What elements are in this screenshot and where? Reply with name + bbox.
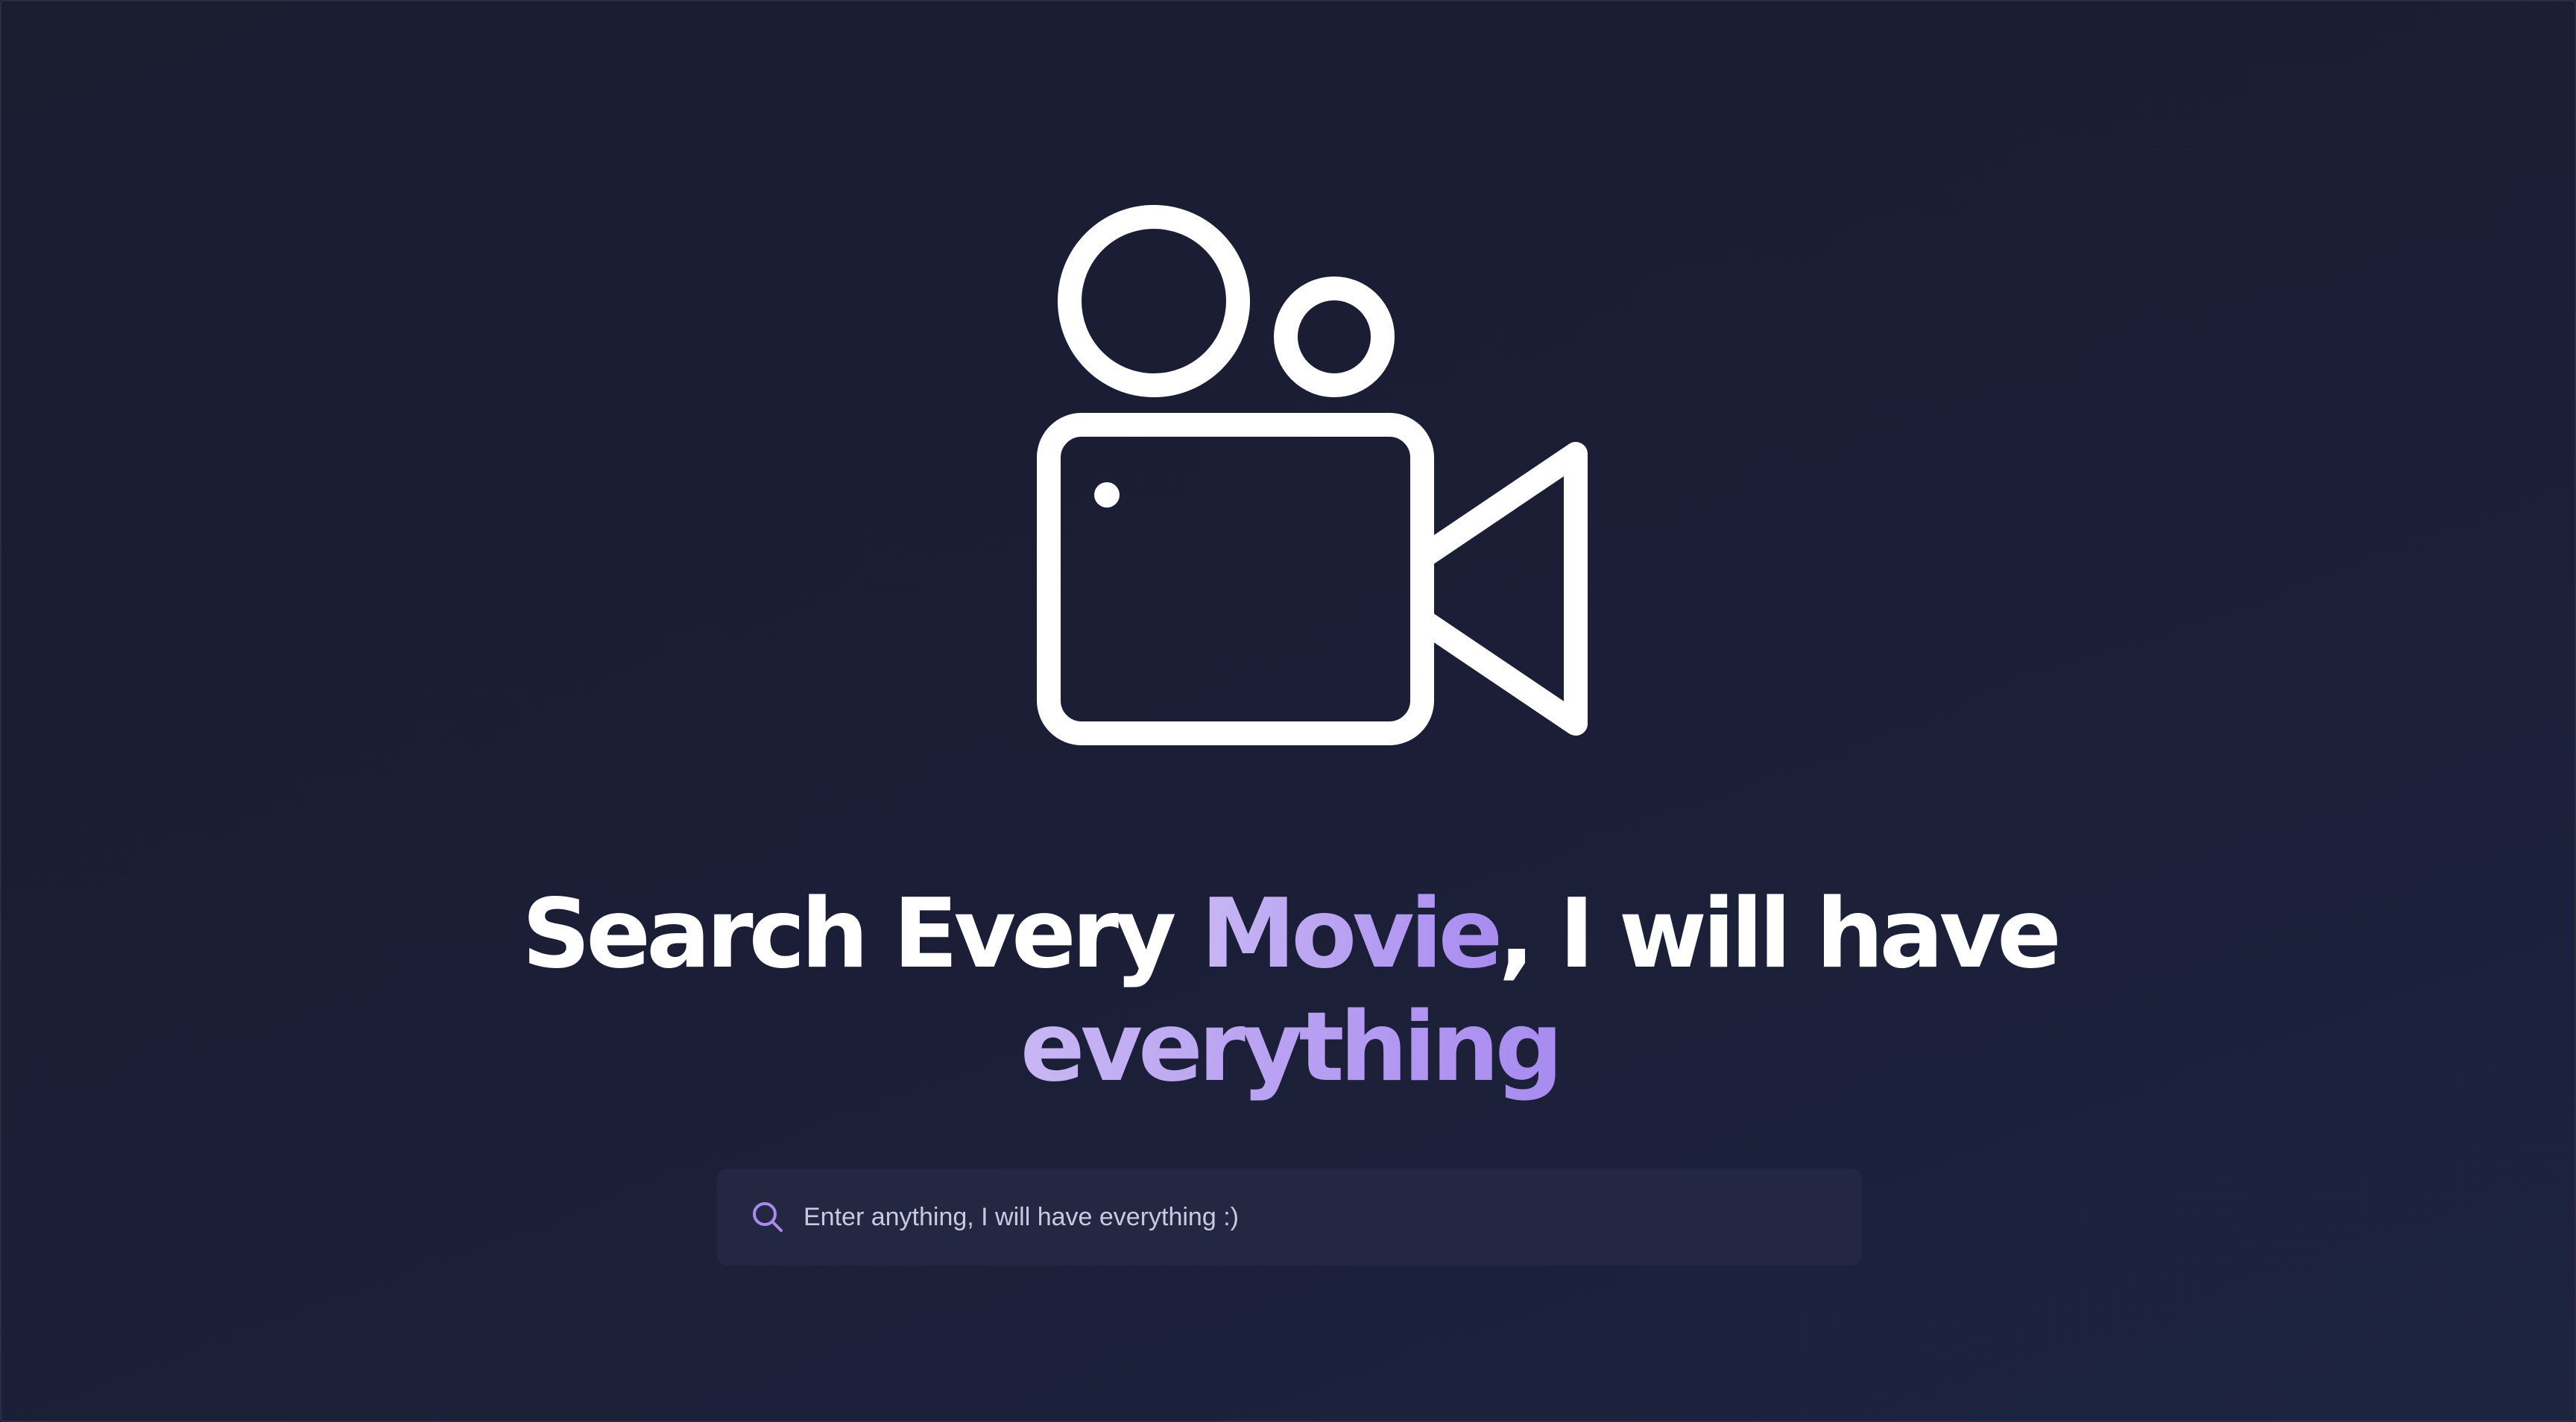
headline-line-1: Search Every Movie, I will have (1, 878, 2576, 991)
headline-line-2: everything (1, 991, 2576, 1105)
search-input[interactable] (802, 1168, 1862, 1266)
video-camera-icon (1037, 205, 1588, 745)
headline-text: Search Every (522, 879, 1201, 990)
app-window: Search Every Movie, I will have everythi… (0, 0, 2576, 1422)
search-icon (753, 1202, 783, 1232)
headline-text-continued: , I will have (1498, 879, 2062, 990)
headline-accent-movie: Movie (1200, 879, 1503, 990)
search-bar[interactable] (717, 1168, 1862, 1266)
headline-accent-everything: everything (1020, 992, 1564, 1103)
page-title: Search Every Movie, I will have everythi… (1, 878, 2576, 1105)
